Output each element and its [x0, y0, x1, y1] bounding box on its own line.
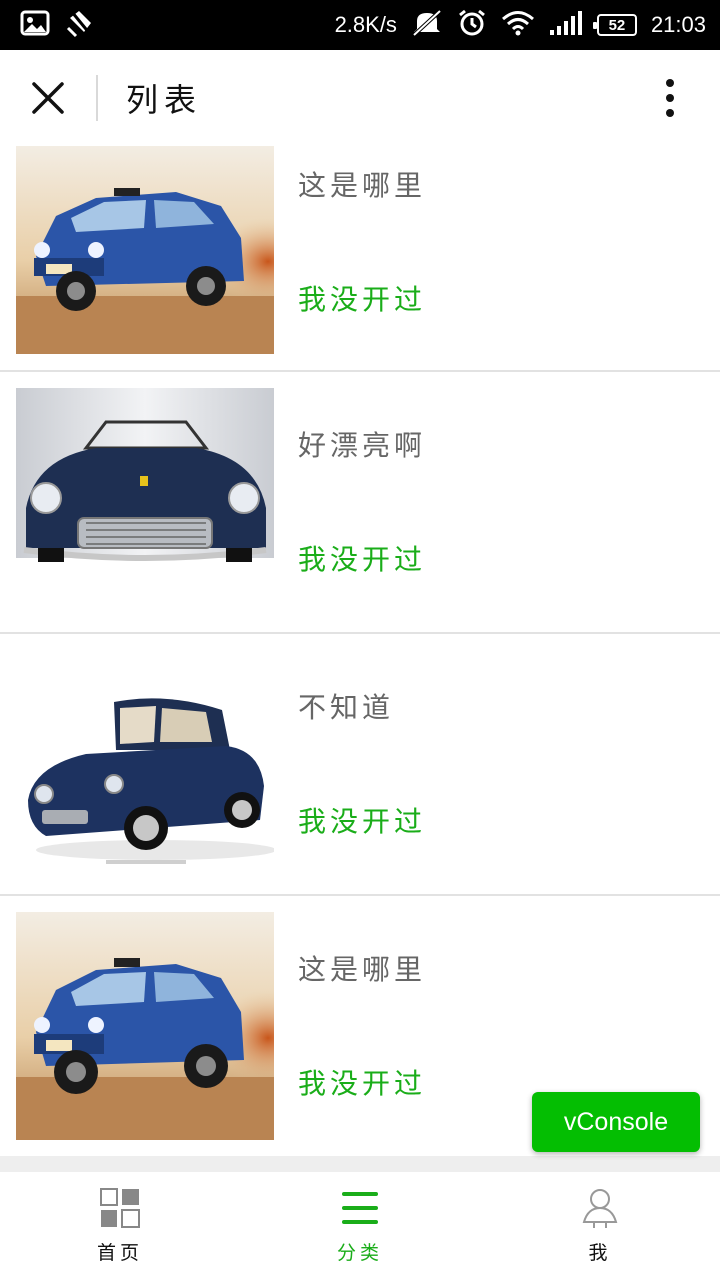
tab-label: 分类 — [336, 1242, 383, 1264]
item-title: 好漂亮啊 — [298, 429, 427, 462]
wifi-icon — [501, 10, 535, 40]
item-subtitle: 我没开过 — [298, 805, 427, 838]
car-thumbnail — [16, 650, 274, 878]
tab-category[interactable]: 分类 — [240, 1172, 480, 1280]
image-icon — [20, 10, 50, 40]
car-list: 这是哪里 我没开过 好漂亮啊 我没开过 不知道 我没开过 这是哪里 我没开过 — [0, 146, 720, 1146]
status-left — [20, 8, 94, 42]
notification-off-icon — [64, 8, 94, 42]
list-footer-gap — [0, 1156, 720, 1172]
status-bar: 2.8K/s 52 21:03 — [0, 0, 720, 50]
item-subtitle: 我没开过 — [298, 283, 427, 316]
list-item[interactable]: 这是哪里 我没开过 — [0, 146, 720, 372]
tab-label: 我 — [588, 1242, 612, 1264]
nav-divider — [96, 75, 98, 121]
alarm-icon — [457, 8, 487, 42]
vconsole-button[interactable]: vConsole — [532, 1092, 700, 1152]
clock: 21:03 — [650, 12, 706, 37]
item-subtitle: 我没开过 — [298, 1067, 427, 1100]
tab-me[interactable]: 我 — [480, 1172, 720, 1280]
car-thumbnail — [16, 146, 274, 354]
signal-icon — [549, 10, 583, 40]
car-thumbnail — [16, 388, 274, 616]
tab-label: 首页 — [96, 1242, 143, 1264]
item-title: 这是哪里 — [298, 953, 427, 986]
item-title: 不知道 — [298, 691, 395, 724]
grid-icon — [100, 1188, 140, 1228]
user-icon — [582, 1189, 618, 1228]
silent-icon — [411, 9, 443, 41]
tab-home[interactable]: 首页 — [0, 1172, 240, 1280]
item-title: 这是哪里 — [298, 169, 427, 202]
car-thumbnail — [16, 912, 274, 1140]
tab-bar: 首页 分类 我 — [0, 1172, 720, 1280]
list-item[interactable]: 好漂亮啊 我没开过 — [0, 372, 720, 634]
network-speed: 2.8K/s — [334, 12, 397, 37]
page-title: 列表 — [126, 81, 203, 119]
battery-icon: 52 — [592, 14, 637, 36]
menu-icon — [342, 1192, 378, 1224]
item-subtitle: 我没开过 — [298, 543, 427, 576]
nav-bar: 列表 — [0, 50, 720, 146]
list-item[interactable]: 不知道 我没开过 — [0, 634, 720, 896]
more-vertical-icon — [666, 79, 674, 117]
close-icon — [32, 82, 64, 114]
close-button[interactable] — [0, 50, 96, 146]
more-button[interactable] — [642, 74, 698, 122]
status-right: 2.8K/s 52 21:03 — [335, 8, 706, 42]
